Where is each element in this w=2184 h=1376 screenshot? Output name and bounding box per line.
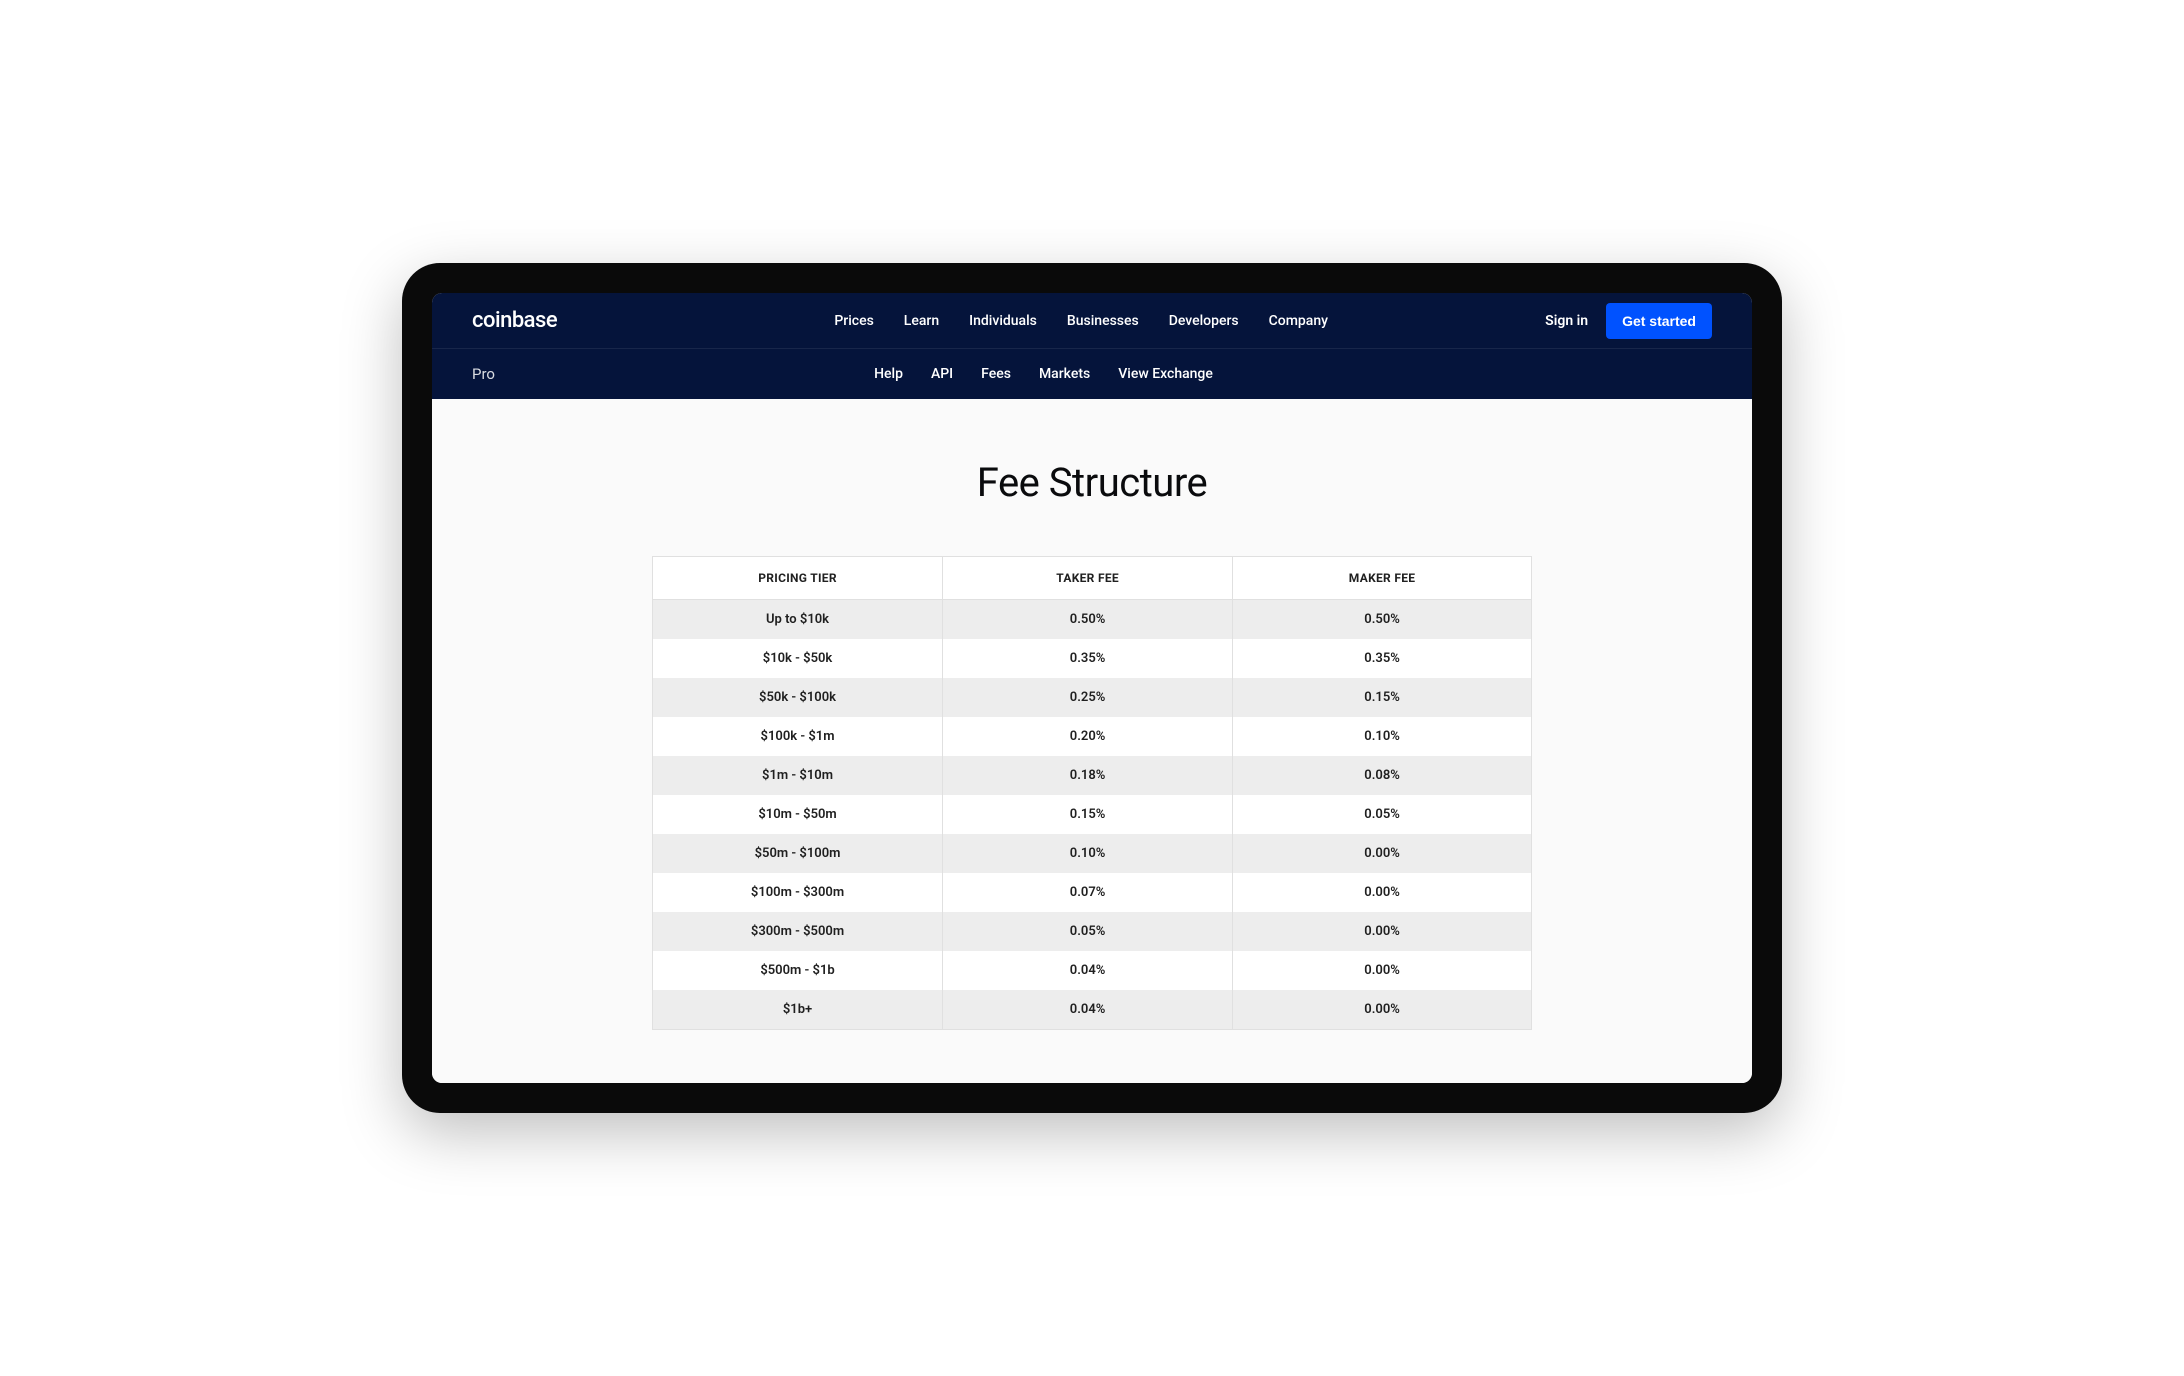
cell-maker-fee: 0.08% (1233, 756, 1532, 795)
cell-pricing-tier: $500m - $1b (653, 951, 943, 990)
subnav-help[interactable]: Help (874, 366, 903, 382)
sub-nav-links: Help API Fees Markets View Exchange (495, 366, 1592, 382)
cell-taker-fee: 0.10% (943, 834, 1233, 873)
cell-pricing-tier: $1b+ (653, 990, 943, 1030)
subnav-markets[interactable]: Markets (1039, 366, 1090, 382)
nav-learn[interactable]: Learn (904, 313, 939, 329)
cell-pricing-tier: $50m - $100m (653, 834, 943, 873)
cell-maker-fee: 0.10% (1233, 717, 1532, 756)
subnav-api[interactable]: API (931, 366, 953, 382)
brand-logo[interactable]: coinbase (472, 308, 557, 333)
table-row: $1b+0.04%0.00% (653, 990, 1532, 1030)
cell-taker-fee: 0.05% (943, 912, 1233, 951)
cell-taker-fee: 0.18% (943, 756, 1233, 795)
top-nav-links: Prices Learn Individuals Businesses Deve… (617, 313, 1545, 329)
screen: coinbase Prices Learn Individuals Busine… (432, 293, 1752, 1083)
cell-taker-fee: 0.07% (943, 873, 1233, 912)
table-row: $10m - $50m0.15%0.05% (653, 795, 1532, 834)
subnav-fees[interactable]: Fees (981, 366, 1011, 382)
cell-taker-fee: 0.15% (943, 795, 1233, 834)
nav-prices[interactable]: Prices (834, 313, 873, 329)
sub-nav: Pro Help API Fees Markets View Exchange (432, 349, 1752, 399)
table-header-row: PRICING TIER TAKER FEE MAKER FEE (653, 557, 1532, 600)
nav-individuals[interactable]: Individuals (969, 313, 1037, 329)
header-maker-fee: MAKER FEE (1233, 557, 1532, 600)
cell-taker-fee: 0.04% (943, 951, 1233, 990)
table-row: Up to $10k0.50%0.50% (653, 600, 1532, 640)
sub-nav-section: Pro (472, 365, 495, 383)
sign-in-link[interactable]: Sign in (1545, 313, 1588, 329)
nav-businesses[interactable]: Businesses (1067, 313, 1139, 329)
cell-maker-fee: 0.35% (1233, 639, 1532, 678)
cell-pricing-tier: $100m - $300m (653, 873, 943, 912)
fee-table: PRICING TIER TAKER FEE MAKER FEE Up to $… (652, 556, 1532, 1030)
table-row: $500m - $1b0.04%0.00% (653, 951, 1532, 990)
cell-pricing-tier: Up to $10k (653, 600, 943, 640)
top-nav: coinbase Prices Learn Individuals Busine… (432, 293, 1752, 349)
cell-maker-fee: 0.50% (1233, 600, 1532, 640)
cell-pricing-tier: $100k - $1m (653, 717, 943, 756)
cell-pricing-tier: $50k - $100k (653, 678, 943, 717)
page-title: Fee Structure (472, 459, 1712, 506)
cell-taker-fee: 0.50% (943, 600, 1233, 640)
cell-taker-fee: 0.25% (943, 678, 1233, 717)
cell-taker-fee: 0.35% (943, 639, 1233, 678)
table-row: $100m - $300m0.07%0.00% (653, 873, 1532, 912)
cell-maker-fee: 0.00% (1233, 990, 1532, 1030)
subnav-view-exchange[interactable]: View Exchange (1118, 366, 1213, 382)
header-taker-fee: TAKER FEE (943, 557, 1233, 600)
cell-taker-fee: 0.04% (943, 990, 1233, 1030)
table-row: $100k - $1m0.20%0.10% (653, 717, 1532, 756)
main-content: Fee Structure PRICING TIER TAKER FEE MAK… (432, 399, 1752, 1083)
cell-maker-fee: 0.00% (1233, 873, 1532, 912)
cell-pricing-tier: $10k - $50k (653, 639, 943, 678)
table-row: $50m - $100m0.10%0.00% (653, 834, 1532, 873)
table-row: $50k - $100k0.25%0.15% (653, 678, 1532, 717)
cell-maker-fee: 0.15% (1233, 678, 1532, 717)
header-pricing-tier: PRICING TIER (653, 557, 943, 600)
cell-maker-fee: 0.00% (1233, 834, 1532, 873)
table-row: $10k - $50k0.35%0.35% (653, 639, 1532, 678)
table-row: $300m - $500m0.05%0.00% (653, 912, 1532, 951)
tablet-frame: coinbase Prices Learn Individuals Busine… (402, 263, 1782, 1113)
top-nav-actions: Sign in Get started (1545, 303, 1712, 339)
cell-maker-fee: 0.00% (1233, 951, 1532, 990)
nav-company[interactable]: Company (1269, 313, 1328, 329)
cell-maker-fee: 0.05% (1233, 795, 1532, 834)
cell-pricing-tier: $10m - $50m (653, 795, 943, 834)
cell-pricing-tier: $1m - $10m (653, 756, 943, 795)
table-row: $1m - $10m0.18%0.08% (653, 756, 1532, 795)
cell-taker-fee: 0.20% (943, 717, 1233, 756)
get-started-button[interactable]: Get started (1606, 303, 1712, 339)
cell-maker-fee: 0.00% (1233, 912, 1532, 951)
cell-pricing-tier: $300m - $500m (653, 912, 943, 951)
nav-developers[interactable]: Developers (1169, 313, 1239, 329)
